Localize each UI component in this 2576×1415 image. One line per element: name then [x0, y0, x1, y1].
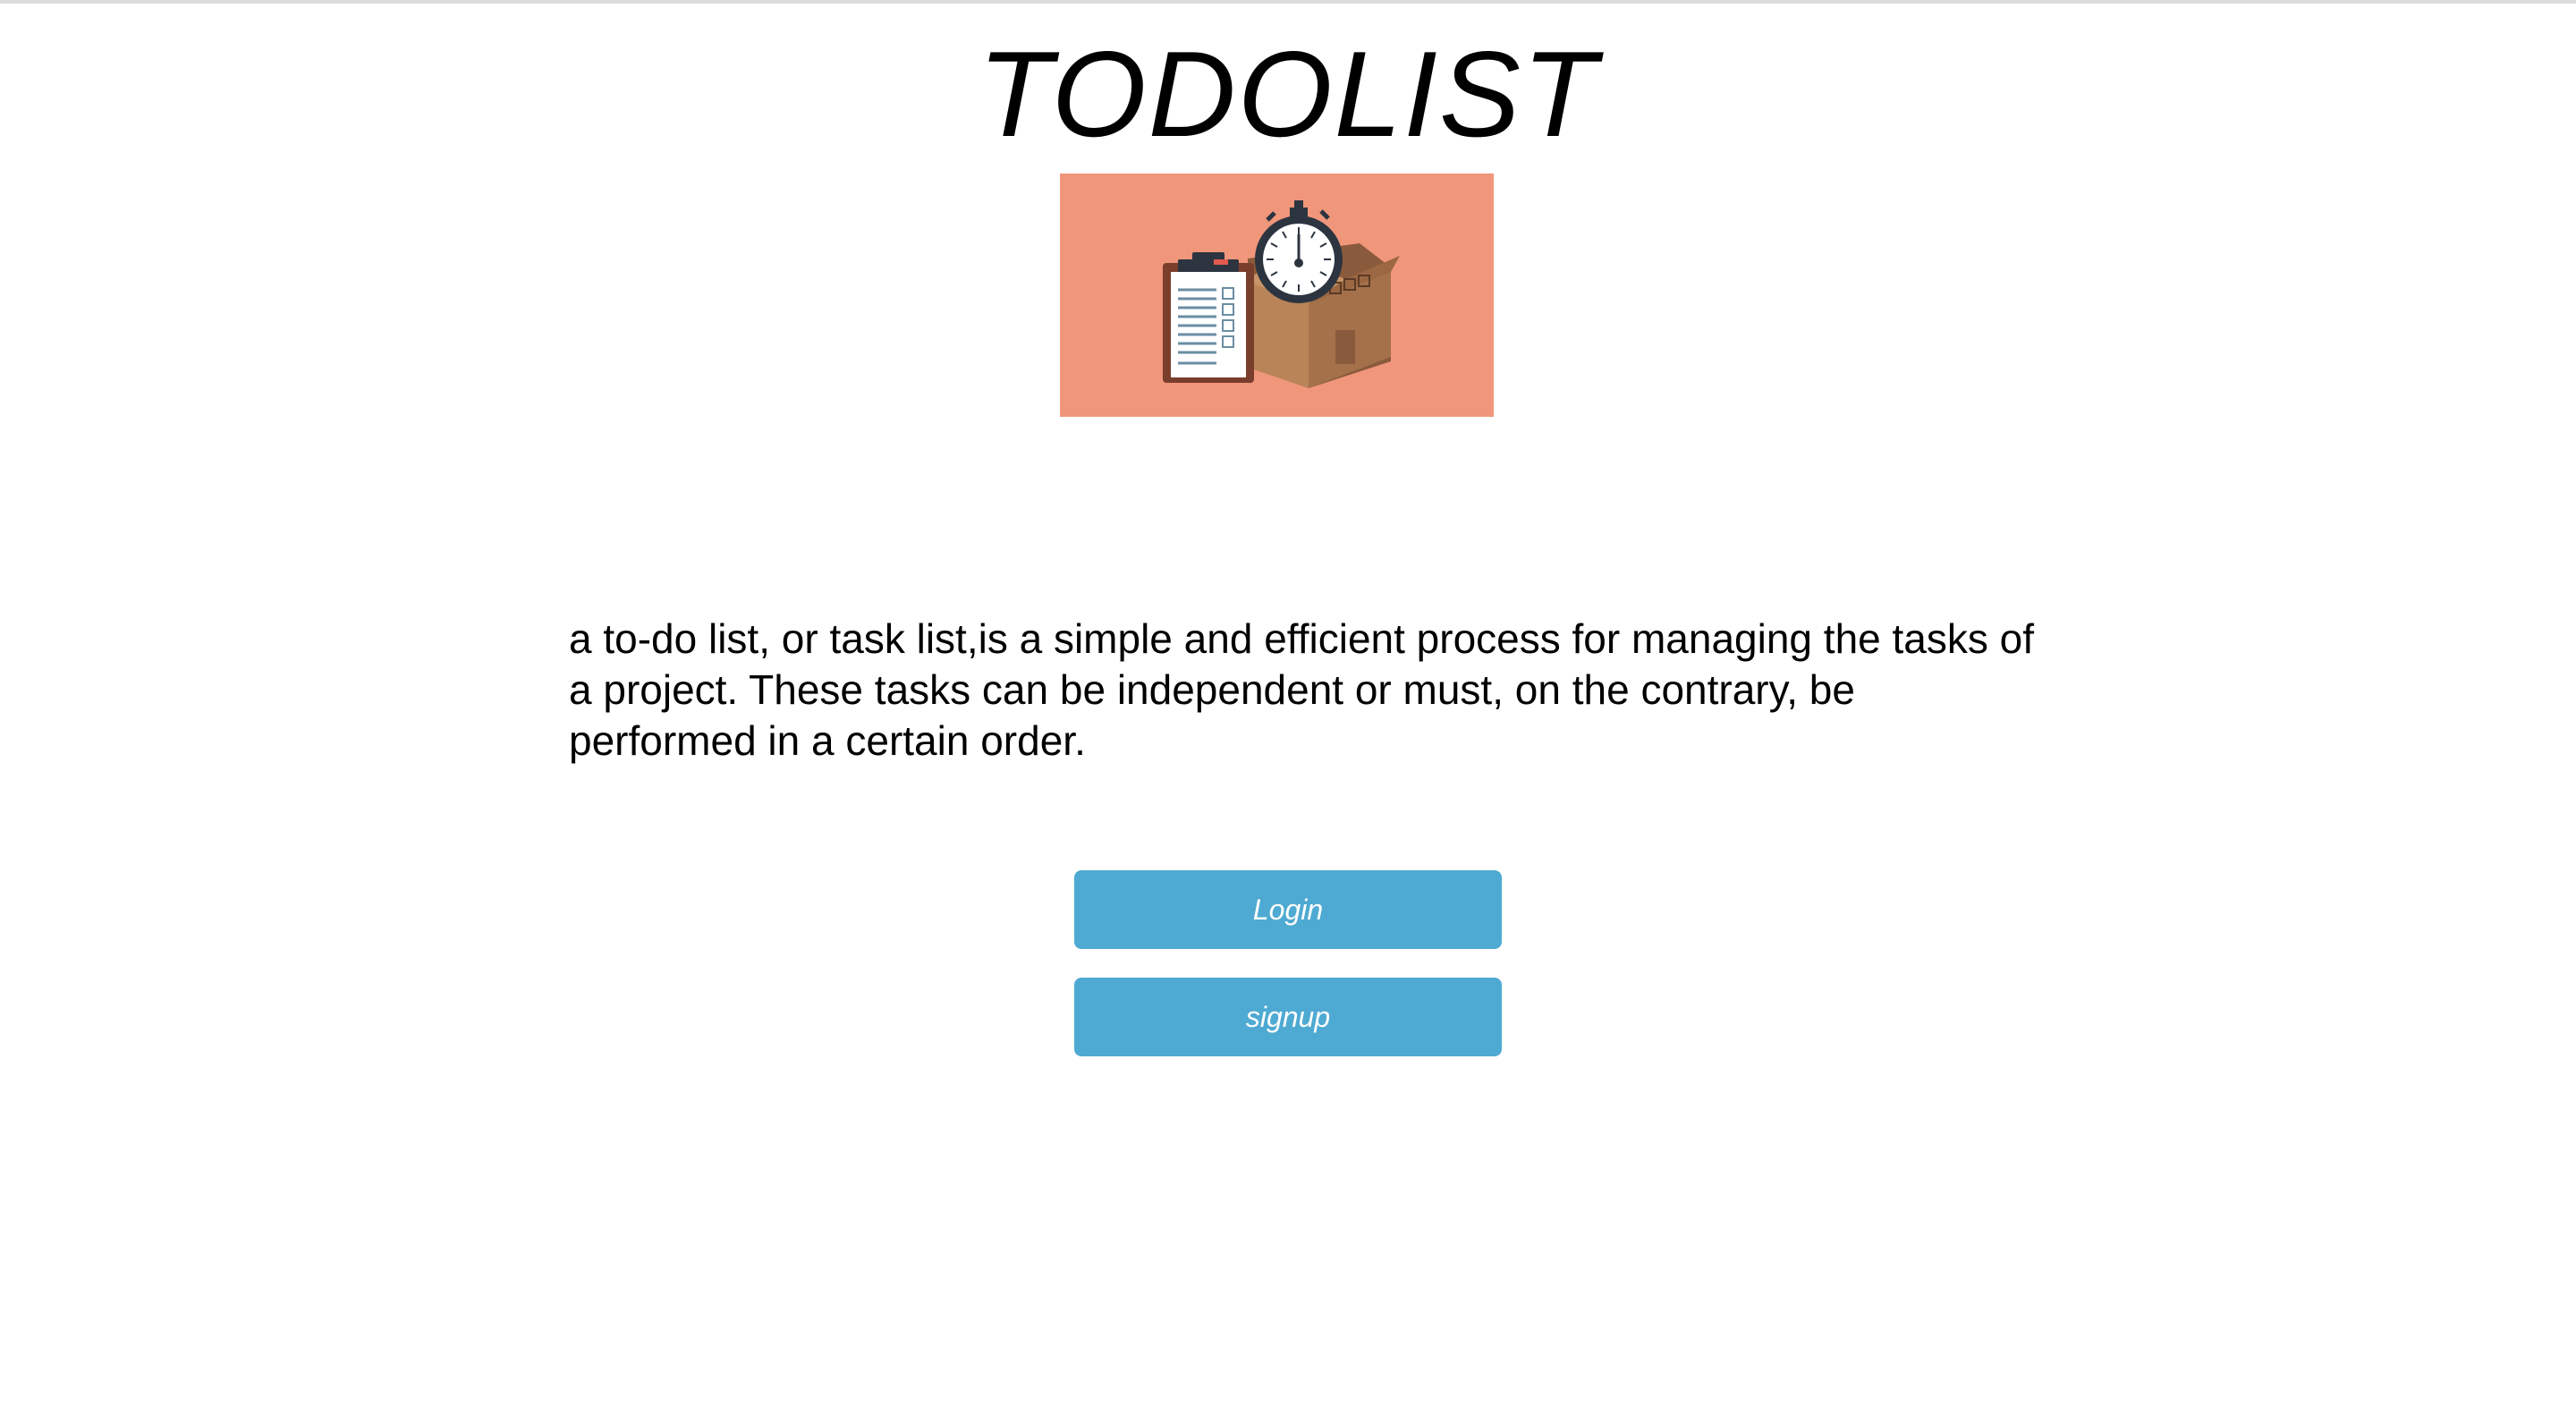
top-divider	[0, 0, 2576, 4]
hero-image	[1060, 174, 1494, 417]
app-description: a to-do list, or task list,is a simple a…	[569, 615, 2035, 764]
page-title: TODOLIST	[978, 26, 1598, 162]
signup-button[interactable]: signup	[1074, 978, 1502, 1056]
todo-illustration-icon	[1060, 174, 1494, 417]
login-button[interactable]: Login	[1074, 870, 1502, 949]
landing-page: TODOLIST a to-do list, or task list,is a…	[0, 0, 2576, 1415]
